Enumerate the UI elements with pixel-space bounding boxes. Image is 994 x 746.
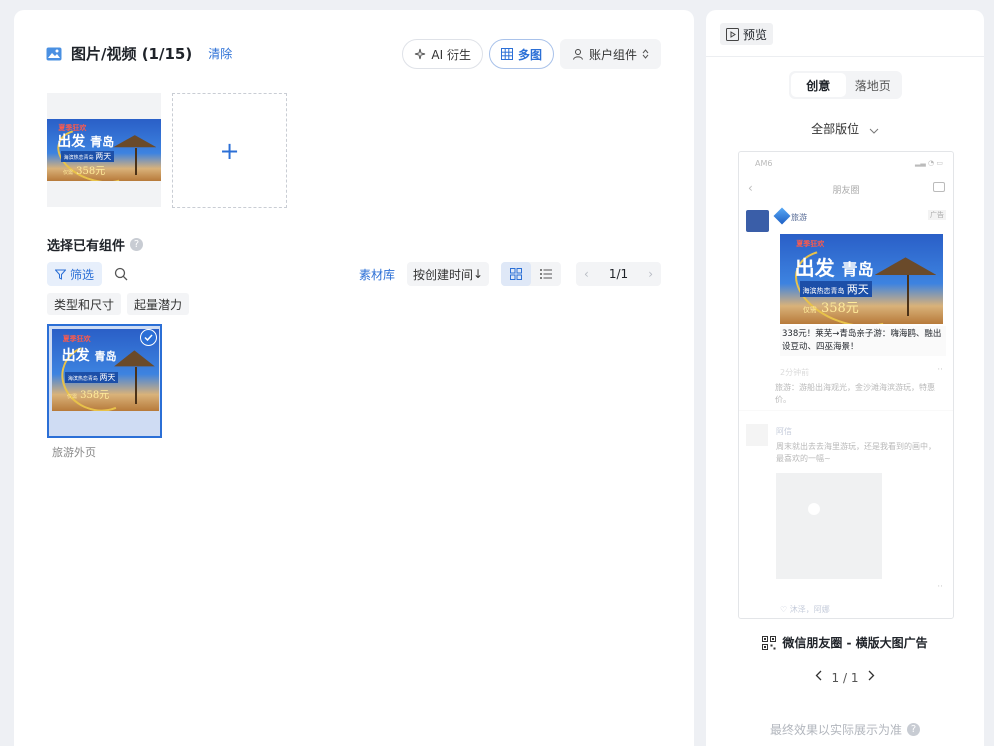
more-icon: ·· bbox=[937, 582, 943, 592]
ai-derive-label: AI 衍生 bbox=[431, 47, 471, 62]
component-name: 旅游外页 bbox=[52, 446, 96, 459]
account-component-select[interactable]: 账户组件 bbox=[559, 39, 661, 69]
creative-headline: 出发 青岛 bbox=[57, 134, 115, 151]
tag-potential[interactable]: 起量潜力 bbox=[127, 293, 190, 315]
preview-icon bbox=[726, 27, 739, 41]
check-icon[interactable] bbox=[140, 329, 157, 346]
ad-creative-image: 夏季狂欢 出发 青岛 海滨热恋青岛 两天 仅需 358元 bbox=[47, 119, 161, 181]
creative-editor-panel: 图片/视频 (1/15) 清除 AI 衍生 多图 账户组件 夏季狂欢 出发 青岛… bbox=[14, 10, 694, 746]
tag-type-size[interactable]: 类型和尺寸 bbox=[47, 293, 122, 315]
placement-name: 微信朋友圈 - 横版大图广告 bbox=[706, 634, 984, 651]
sort-updown-icon bbox=[642, 49, 649, 59]
post-time: 2分钟前 bbox=[780, 368, 810, 377]
placement-label: 微信朋友圈 - 横版大图广告 bbox=[782, 636, 928, 650]
media-toolbar: AI 衍生 多图 账户组件 bbox=[402, 39, 661, 69]
grid-icon bbox=[500, 48, 513, 60]
chevron-down-icon bbox=[869, 123, 879, 137]
brand-logo-icon bbox=[773, 207, 791, 225]
preview-footnote: 最终效果以实际展示为准 ? bbox=[706, 721, 984, 738]
account-component-label: 账户组件 bbox=[588, 47, 637, 62]
multi-image-button[interactable]: 多图 bbox=[488, 39, 554, 69]
components-pager: ‹ 1/1 › bbox=[576, 262, 661, 286]
filter-label: 筛选 bbox=[70, 267, 95, 282]
sort-label: 按创建时间 bbox=[413, 267, 474, 282]
creative-top-text: 夏季狂欢 bbox=[62, 334, 91, 343]
list-view-icon[interactable] bbox=[531, 262, 561, 286]
footnote-text: 最终效果以实际展示为准 bbox=[769, 723, 902, 737]
creative-price: 仅需 358元 bbox=[802, 301, 859, 316]
chevron-left-icon[interactable]: ‹ bbox=[584, 267, 589, 281]
media-section-title: 图片/视频 (1/15) bbox=[71, 45, 193, 63]
phone-status-icons: ▂▃ ◔ ▭ bbox=[915, 159, 943, 167]
account-name: 旅游 bbox=[791, 213, 807, 222]
sparkle-icon bbox=[414, 48, 426, 60]
preview-pager-text: 1 / 1 bbox=[831, 670, 859, 685]
preview-header: 预览 bbox=[720, 23, 774, 45]
creative-price: 仅需 358元 bbox=[62, 166, 106, 178]
qrcode-icon[interactable] bbox=[762, 635, 777, 650]
divider bbox=[706, 56, 984, 57]
preview-title: 预览 bbox=[743, 27, 768, 42]
ai-derive-button[interactable]: AI 衍生 bbox=[402, 39, 483, 69]
multi-image-label: 多图 bbox=[517, 47, 542, 62]
phone-nav-title: 朋友圈 bbox=[832, 186, 860, 196]
sort-select[interactable]: 按创建时间 ↓ bbox=[407, 262, 490, 286]
filter-tags: 类型和尺寸 起量潜力 bbox=[47, 293, 190, 315]
sort-arrow-icon: ↓ bbox=[473, 267, 484, 281]
media-thumbnail[interactable]: 夏季狂欢 出发 青岛 海滨热恋青岛 两天 仅需 358元 bbox=[47, 93, 161, 207]
slot-select[interactable]: 全部版位 bbox=[706, 120, 984, 137]
ad-tag: 广告 bbox=[928, 210, 946, 220]
creative-headline: 出发 青岛 bbox=[794, 256, 874, 280]
component-card[interactable]: 夏季狂欢 出发 青岛 海滨热恋青岛 两天 仅需 358元 bbox=[47, 324, 162, 438]
library-link[interactable]: 素材库 bbox=[359, 266, 395, 283]
help-icon[interactable]: ? bbox=[130, 238, 144, 251]
pager-text: 1/1 bbox=[608, 267, 629, 281]
clear-link[interactable]: 清除 bbox=[208, 45, 232, 62]
ad-creative-image: 夏季狂欢 出发 青岛 海滨热恋青岛 两天 仅需 358元 bbox=[780, 234, 943, 324]
creative-sub: 海滨热恋青岛 两天 bbox=[64, 371, 119, 383]
chevron-right-icon[interactable] bbox=[868, 670, 875, 685]
tab-landing-page[interactable]: 落地页 bbox=[846, 73, 901, 97]
comment-text: 旅游：游船出海观光，金沙滩海滨游玩，特惠价。 bbox=[775, 383, 935, 404]
ad-text: 338元！莱芜→青岛亲子游：嗨海鸥、融出设豆动、四巫海景！ bbox=[780, 326, 946, 356]
avatar bbox=[746, 424, 768, 446]
creative-top-text: 夏季狂欢 bbox=[796, 240, 825, 249]
filter-icon bbox=[55, 269, 66, 280]
filter-button[interactable]: 筛选 bbox=[47, 262, 103, 286]
post-likes: ♡ 沐泽，阿娜 bbox=[780, 605, 830, 614]
components-filter-bar: 筛选 素材库 按创建时间 ↓ ‹ 1/1 › bbox=[47, 262, 661, 286]
divider bbox=[739, 410, 953, 411]
post-image bbox=[776, 473, 882, 579]
components-title-text: 选择已有组件 bbox=[47, 239, 126, 254]
help-icon[interactable]: ? bbox=[907, 723, 920, 736]
more-icon: ·· bbox=[937, 365, 943, 375]
creative-sub: 海滨热恋青岛 两天 bbox=[60, 151, 115, 163]
media-section-header: 图片/视频 (1/15) 清除 bbox=[46, 43, 232, 64]
tab-creative[interactable]: 创意 bbox=[791, 73, 846, 97]
media-list: 夏季狂欢 出发 青岛 海滨热恋青岛 两天 仅需 358元 + bbox=[47, 93, 287, 208]
slot-select-label: 全部版位 bbox=[811, 122, 860, 136]
chevron-left-icon[interactable] bbox=[815, 670, 822, 685]
creative-sub: 海滨热恋青岛 两天 bbox=[799, 280, 872, 297]
creative-price: 仅需 358元 bbox=[66, 390, 110, 402]
avatar bbox=[746, 210, 769, 232]
preview-pager: 1 / 1 bbox=[706, 670, 984, 685]
search-icon[interactable] bbox=[111, 264, 131, 284]
post-author: 阿信 bbox=[776, 427, 792, 436]
chevron-right-icon[interactable]: › bbox=[648, 267, 653, 281]
phone-preview: AM6 ▂▃ ◔ ▭ ‹ 朋友圈 旅游 广告 夏季狂欢 出发 青岛 海滨热恋青岛… bbox=[738, 151, 954, 619]
phone-status-time: AM6 bbox=[755, 159, 773, 168]
preview-tabs: 创意 落地页 bbox=[789, 71, 902, 99]
view-toggle bbox=[501, 262, 561, 286]
add-media-button[interactable]: + bbox=[172, 93, 287, 208]
grid-view-icon[interactable] bbox=[501, 262, 531, 286]
components-title: 选择已有组件 ? bbox=[47, 235, 144, 254]
image-icon bbox=[46, 47, 62, 61]
creative-headline: 出发 青岛 bbox=[61, 348, 117, 365]
post-text: 周末就出去去海里游玩，还是我看到的画中，最喜欢的一幅~ bbox=[776, 442, 936, 463]
camera-icon bbox=[933, 182, 945, 192]
preview-panel: 预览 创意 落地页 全部版位 AM6 ▂▃ ◔ ▭ ‹ 朋友圈 旅游 广告 夏季… bbox=[706, 10, 984, 746]
user-icon bbox=[572, 48, 584, 60]
